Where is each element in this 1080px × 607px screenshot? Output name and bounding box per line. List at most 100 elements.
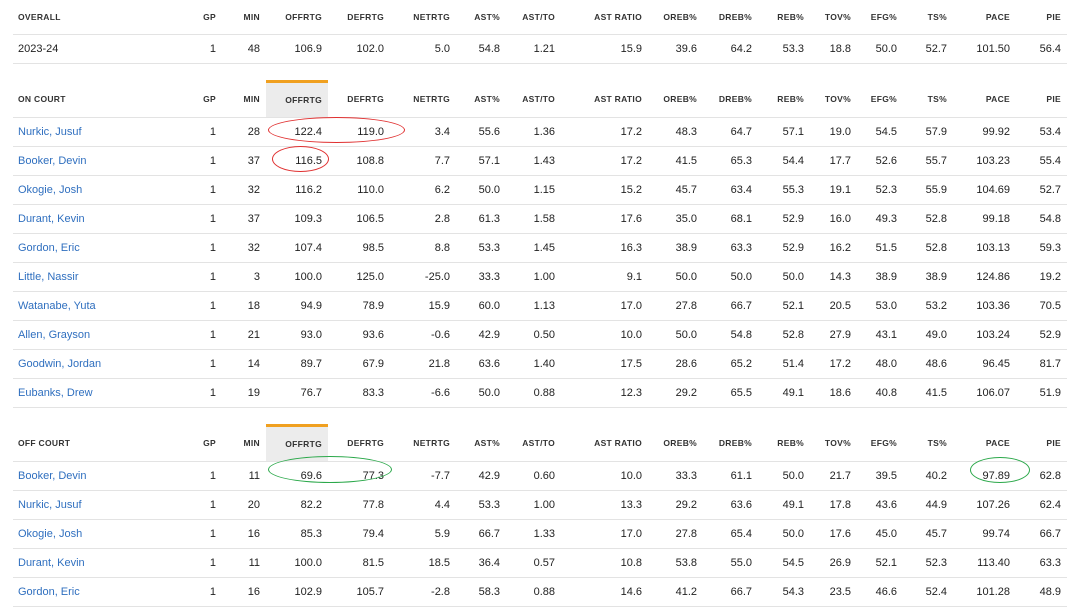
- column-header-defrtg[interactable]: DEFRTG: [328, 425, 390, 462]
- column-header-reb-[interactable]: REB%: [758, 0, 810, 35]
- column-header-ast-[interactable]: AST%: [456, 425, 506, 462]
- player-link[interactable]: Gordon, Eric: [18, 242, 80, 254]
- stat-cell: 40.8: [857, 378, 903, 408]
- column-header-pace[interactable]: PACE: [953, 0, 1016, 35]
- stat-cell: 52.6: [857, 146, 903, 176]
- player-link[interactable]: Okogie, Josh: [18, 184, 82, 196]
- player-name-cell: Okogie, Josh: [13, 175, 188, 205]
- column-header-gp[interactable]: GP: [188, 425, 222, 462]
- stat-cell: 64.2: [703, 34, 758, 64]
- stat-cell: 9.1: [561, 262, 648, 292]
- column-header-offrtg[interactable]: OFFRTG: [266, 424, 328, 462]
- column-header-ast-[interactable]: AST%: [456, 81, 506, 118]
- column-header-tov-[interactable]: TOV%: [810, 425, 857, 462]
- column-header-tov-[interactable]: TOV%: [810, 0, 857, 35]
- column-header-min[interactable]: MIN: [222, 0, 266, 35]
- spacer-cell: [13, 408, 1067, 426]
- stat-cell: 116.2: [266, 175, 328, 205]
- player-link[interactable]: Nurkic, Jusuf: [18, 499, 82, 511]
- column-header-ast-to[interactable]: AST/TO: [506, 425, 561, 462]
- column-header-oreb-[interactable]: OREB%: [648, 425, 703, 462]
- column-header-ast-ratio[interactable]: AST RATIO: [561, 425, 648, 462]
- column-header-oreb-[interactable]: OREB%: [648, 81, 703, 118]
- table-row: Gordon, Eric 1 32 107.4 98.5 8.8 53.3 1.45 16.3 3…: [13, 233, 1067, 263]
- column-header-efg-[interactable]: EFG%: [857, 81, 903, 118]
- player-link[interactable]: Gordon, Eric: [18, 586, 80, 598]
- column-header-pace[interactable]: PACE: [953, 425, 1016, 462]
- column-header-netrtg[interactable]: NETRTG: [390, 81, 456, 118]
- player-link[interactable]: Allen, Grayson: [18, 329, 90, 341]
- column-header-offrtg[interactable]: OFFRTG: [266, 0, 328, 35]
- column-header-ast-ratio[interactable]: AST RATIO: [561, 0, 648, 35]
- stat-cell: 16: [222, 519, 266, 549]
- stat-cell: 20.5: [810, 291, 857, 321]
- column-header-ast-to[interactable]: AST/TO: [506, 0, 561, 35]
- column-header-pie[interactable]: PIE: [1016, 425, 1067, 462]
- player-link[interactable]: Booker, Devin: [18, 470, 86, 482]
- stat-cell: 48.6: [903, 349, 953, 379]
- column-header-ts-[interactable]: TS%: [903, 425, 953, 462]
- column-header-reb-[interactable]: REB%: [758, 425, 810, 462]
- table-row: Goodwin, Jordan 1 14 89.7 67.9 21.8 63.6 1.40 17…: [13, 349, 1067, 379]
- player-stats-table: OVERALL GP MIN OFFRTG DEFRTG NETRTG AST% AST/TO…: [13, 0, 1067, 607]
- column-header-pie[interactable]: PIE: [1016, 0, 1067, 35]
- column-header-tov-[interactable]: TOV%: [810, 81, 857, 118]
- stat-cell: 26.9: [810, 548, 857, 578]
- column-header-dreb-[interactable]: DREB%: [703, 81, 758, 118]
- stat-cell: 62.4: [1016, 490, 1067, 520]
- column-header-pace[interactable]: PACE: [953, 81, 1016, 118]
- column-header-dreb-[interactable]: DREB%: [703, 425, 758, 462]
- stat-cell: 63.6: [456, 349, 506, 379]
- stat-cell: 53.4: [1016, 117, 1067, 147]
- stat-cell: 7.7: [390, 146, 456, 176]
- stat-cell: 52.3: [857, 175, 903, 205]
- column-header-offrtg[interactable]: OFFRTG: [266, 80, 328, 118]
- column-header-ts-[interactable]: TS%: [903, 81, 953, 118]
- stat-cell: 23.5: [810, 577, 857, 607]
- column-header-efg-[interactable]: EFG%: [857, 0, 903, 35]
- column-header-ast-to[interactable]: AST/TO: [506, 81, 561, 118]
- player-link[interactable]: Goodwin, Jordan: [18, 358, 101, 370]
- column-header-ast-[interactable]: AST%: [456, 0, 506, 35]
- stat-cell: 108.8: [328, 146, 390, 176]
- stat-cell: 79.4: [328, 519, 390, 549]
- column-header-netrtg[interactable]: NETRTG: [390, 425, 456, 462]
- player-link[interactable]: Eubanks, Drew: [18, 387, 93, 399]
- stat-cell: 107.4: [266, 233, 328, 263]
- column-header-defrtg[interactable]: DEFRTG: [328, 81, 390, 118]
- player-link[interactable]: Okogie, Josh: [18, 528, 82, 540]
- stat-cell: 50.0: [758, 519, 810, 549]
- column-header-netrtg[interactable]: NETRTG: [390, 0, 456, 35]
- stat-cell: 55.4: [1016, 146, 1067, 176]
- column-header-ts-[interactable]: TS%: [903, 0, 953, 35]
- stat-cell: 29.2: [648, 378, 703, 408]
- player-name-cell: Nurkic, Jusuf: [13, 117, 188, 147]
- stat-cell: 28.6: [648, 349, 703, 379]
- column-header-gp[interactable]: GP: [188, 81, 222, 118]
- column-header-min[interactable]: MIN: [222, 425, 266, 462]
- column-header-dreb-[interactable]: DREB%: [703, 0, 758, 35]
- player-link[interactable]: Nurkic, Jusuf: [18, 126, 82, 138]
- column-header-reb-[interactable]: REB%: [758, 81, 810, 118]
- player-link[interactable]: Durant, Kevin: [18, 213, 85, 225]
- stat-cell: 0.60: [506, 461, 561, 491]
- stat-cell: 1.15: [506, 175, 561, 205]
- player-link[interactable]: Watanabe, Yuta: [18, 300, 96, 312]
- column-header-min[interactable]: MIN: [222, 81, 266, 118]
- column-header-pie[interactable]: PIE: [1016, 81, 1067, 118]
- stat-cell: 82.2: [266, 490, 328, 520]
- stat-cell: 48: [222, 34, 266, 64]
- stat-cell: 69.6: [266, 461, 328, 491]
- column-header-oreb-[interactable]: OREB%: [648, 0, 703, 35]
- stat-cell: 45.7: [648, 175, 703, 205]
- player-link[interactable]: Booker, Devin: [18, 155, 86, 167]
- column-header-defrtg[interactable]: DEFRTG: [328, 0, 390, 35]
- column-header-efg-[interactable]: EFG%: [857, 425, 903, 462]
- player-link[interactable]: Little, Nassir: [18, 271, 79, 283]
- season-label: 2023-24: [18, 43, 59, 55]
- column-header-gp[interactable]: GP: [188, 0, 222, 35]
- player-link[interactable]: Durant, Kevin: [18, 557, 85, 569]
- column-header-ast-ratio[interactable]: AST RATIO: [561, 81, 648, 118]
- stat-cell: 54.4: [758, 146, 810, 176]
- stat-cell: 67.9: [328, 349, 390, 379]
